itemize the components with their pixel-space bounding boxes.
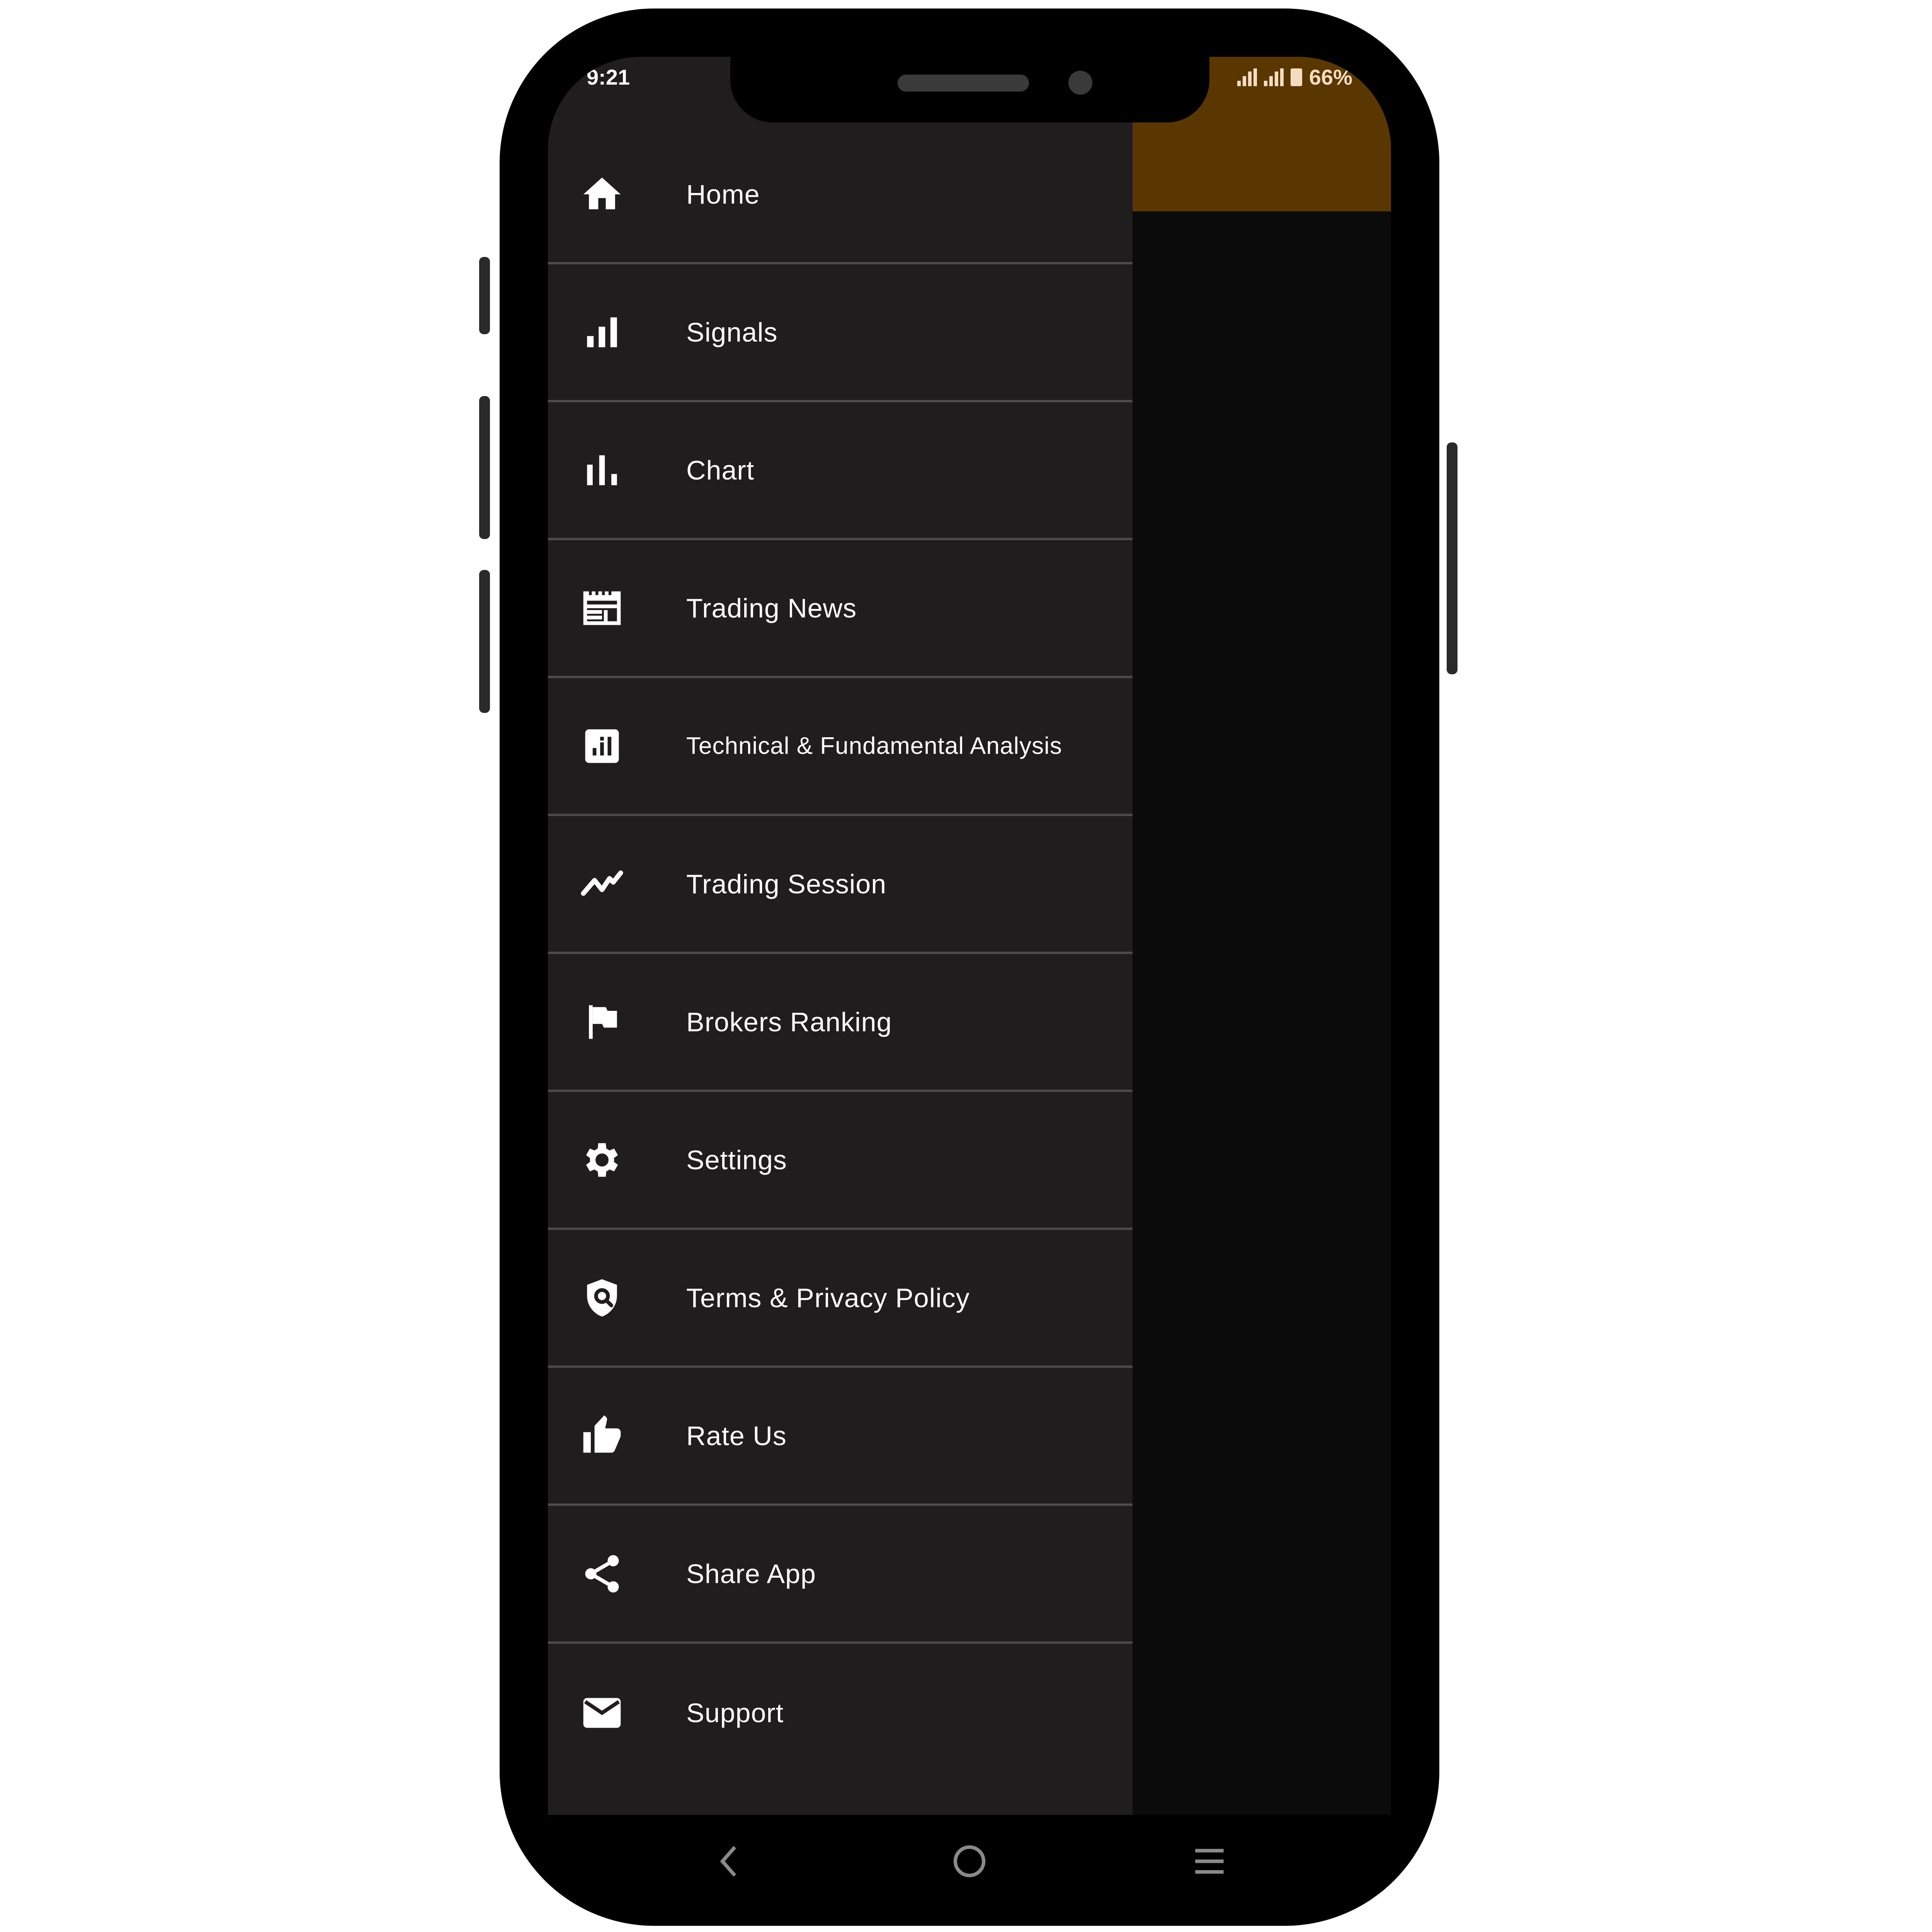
- menu-item-technical-analysis[interactable]: Technical & Fundamental Analysis: [548, 678, 1133, 816]
- signal-bars-icon: [580, 310, 624, 355]
- battery-icon: [1290, 68, 1302, 86]
- menu-item-label: Brokers Ranking: [686, 1007, 892, 1037]
- front-camera: [1068, 71, 1092, 95]
- back-icon[interactable]: [702, 1834, 757, 1888]
- menu-item-signals[interactable]: Signals: [548, 264, 1133, 402]
- mail-icon: [580, 1690, 624, 1735]
- menu-item-label: Share App: [686, 1558, 816, 1589]
- menu-item-label: Terms & Privacy Policy: [686, 1282, 970, 1313]
- trending-line-icon: [580, 862, 624, 906]
- menu-item-brokers-ranking[interactable]: Brokers Ranking: [548, 954, 1133, 1092]
- menu-lines-icon[interactable]: [1182, 1834, 1236, 1888]
- menu-item-label: Rate Us: [686, 1420, 787, 1451]
- bar-chart-icon: [580, 448, 624, 493]
- menu-item-chart[interactable]: Chart: [548, 402, 1133, 540]
- menu-item-label: Settings: [686, 1145, 787, 1175]
- battery-level: 66%: [1309, 65, 1352, 89]
- speaker-grille: [898, 75, 1029, 92]
- status-icons: 66%: [1237, 65, 1352, 90]
- drawer-menu: Home Signals Chart Trading News Technica…: [548, 126, 1133, 1782]
- screen: Home Signals Chart Trading News Technica…: [548, 57, 1391, 1815]
- status-time: 9:21: [587, 65, 630, 89]
- menu-item-label: Technical & Fundamental Analysis: [686, 733, 1062, 759]
- menu-item-rate-us[interactable]: Rate Us: [548, 1368, 1133, 1506]
- shield-search-icon: [580, 1276, 624, 1320]
- side-button-2: [479, 396, 490, 539]
- system-nav-bar: [548, 1815, 1391, 1908]
- signal-strength-icon: [1264, 68, 1284, 86]
- menu-item-label: Trading News: [686, 593, 857, 623]
- home-icon: [580, 172, 624, 217]
- menu-item-share-app[interactable]: Share App: [548, 1506, 1133, 1644]
- power-button: [1447, 442, 1458, 674]
- menu-item-label: Trading Session: [686, 869, 887, 899]
- thumbs-up-icon: [580, 1413, 624, 1458]
- menu-item-home[interactable]: Home: [548, 126, 1133, 264]
- menu-item-label: Chart: [686, 455, 755, 485]
- newspaper-icon: [580, 586, 624, 631]
- navigation-drawer: Home Signals Chart Trading News Technica…: [548, 57, 1133, 1815]
- menu-item-label: Signals: [686, 317, 778, 347]
- menu-item-trading-session[interactable]: Trading Session: [548, 816, 1133, 954]
- gear-icon: [580, 1138, 624, 1182]
- share-icon: [580, 1551, 624, 1596]
- menu-item-support[interactable]: Support: [548, 1644, 1133, 1782]
- menu-item-trading-news[interactable]: Trading News: [548, 540, 1133, 678]
- menu-item-label: Support: [686, 1697, 784, 1728]
- menu-item-label: Home: [686, 179, 760, 209]
- menu-item-terms-privacy[interactable]: Terms & Privacy Policy: [548, 1230, 1133, 1368]
- home-circle-icon[interactable]: [942, 1834, 997, 1888]
- flag-icon: [580, 1000, 624, 1044]
- signal-strength-icon: [1237, 68, 1257, 86]
- side-button-3: [479, 570, 490, 713]
- menu-item-settings[interactable]: Settings: [548, 1092, 1133, 1230]
- analytics-icon: [580, 724, 624, 769]
- side-button-1: [479, 257, 490, 334]
